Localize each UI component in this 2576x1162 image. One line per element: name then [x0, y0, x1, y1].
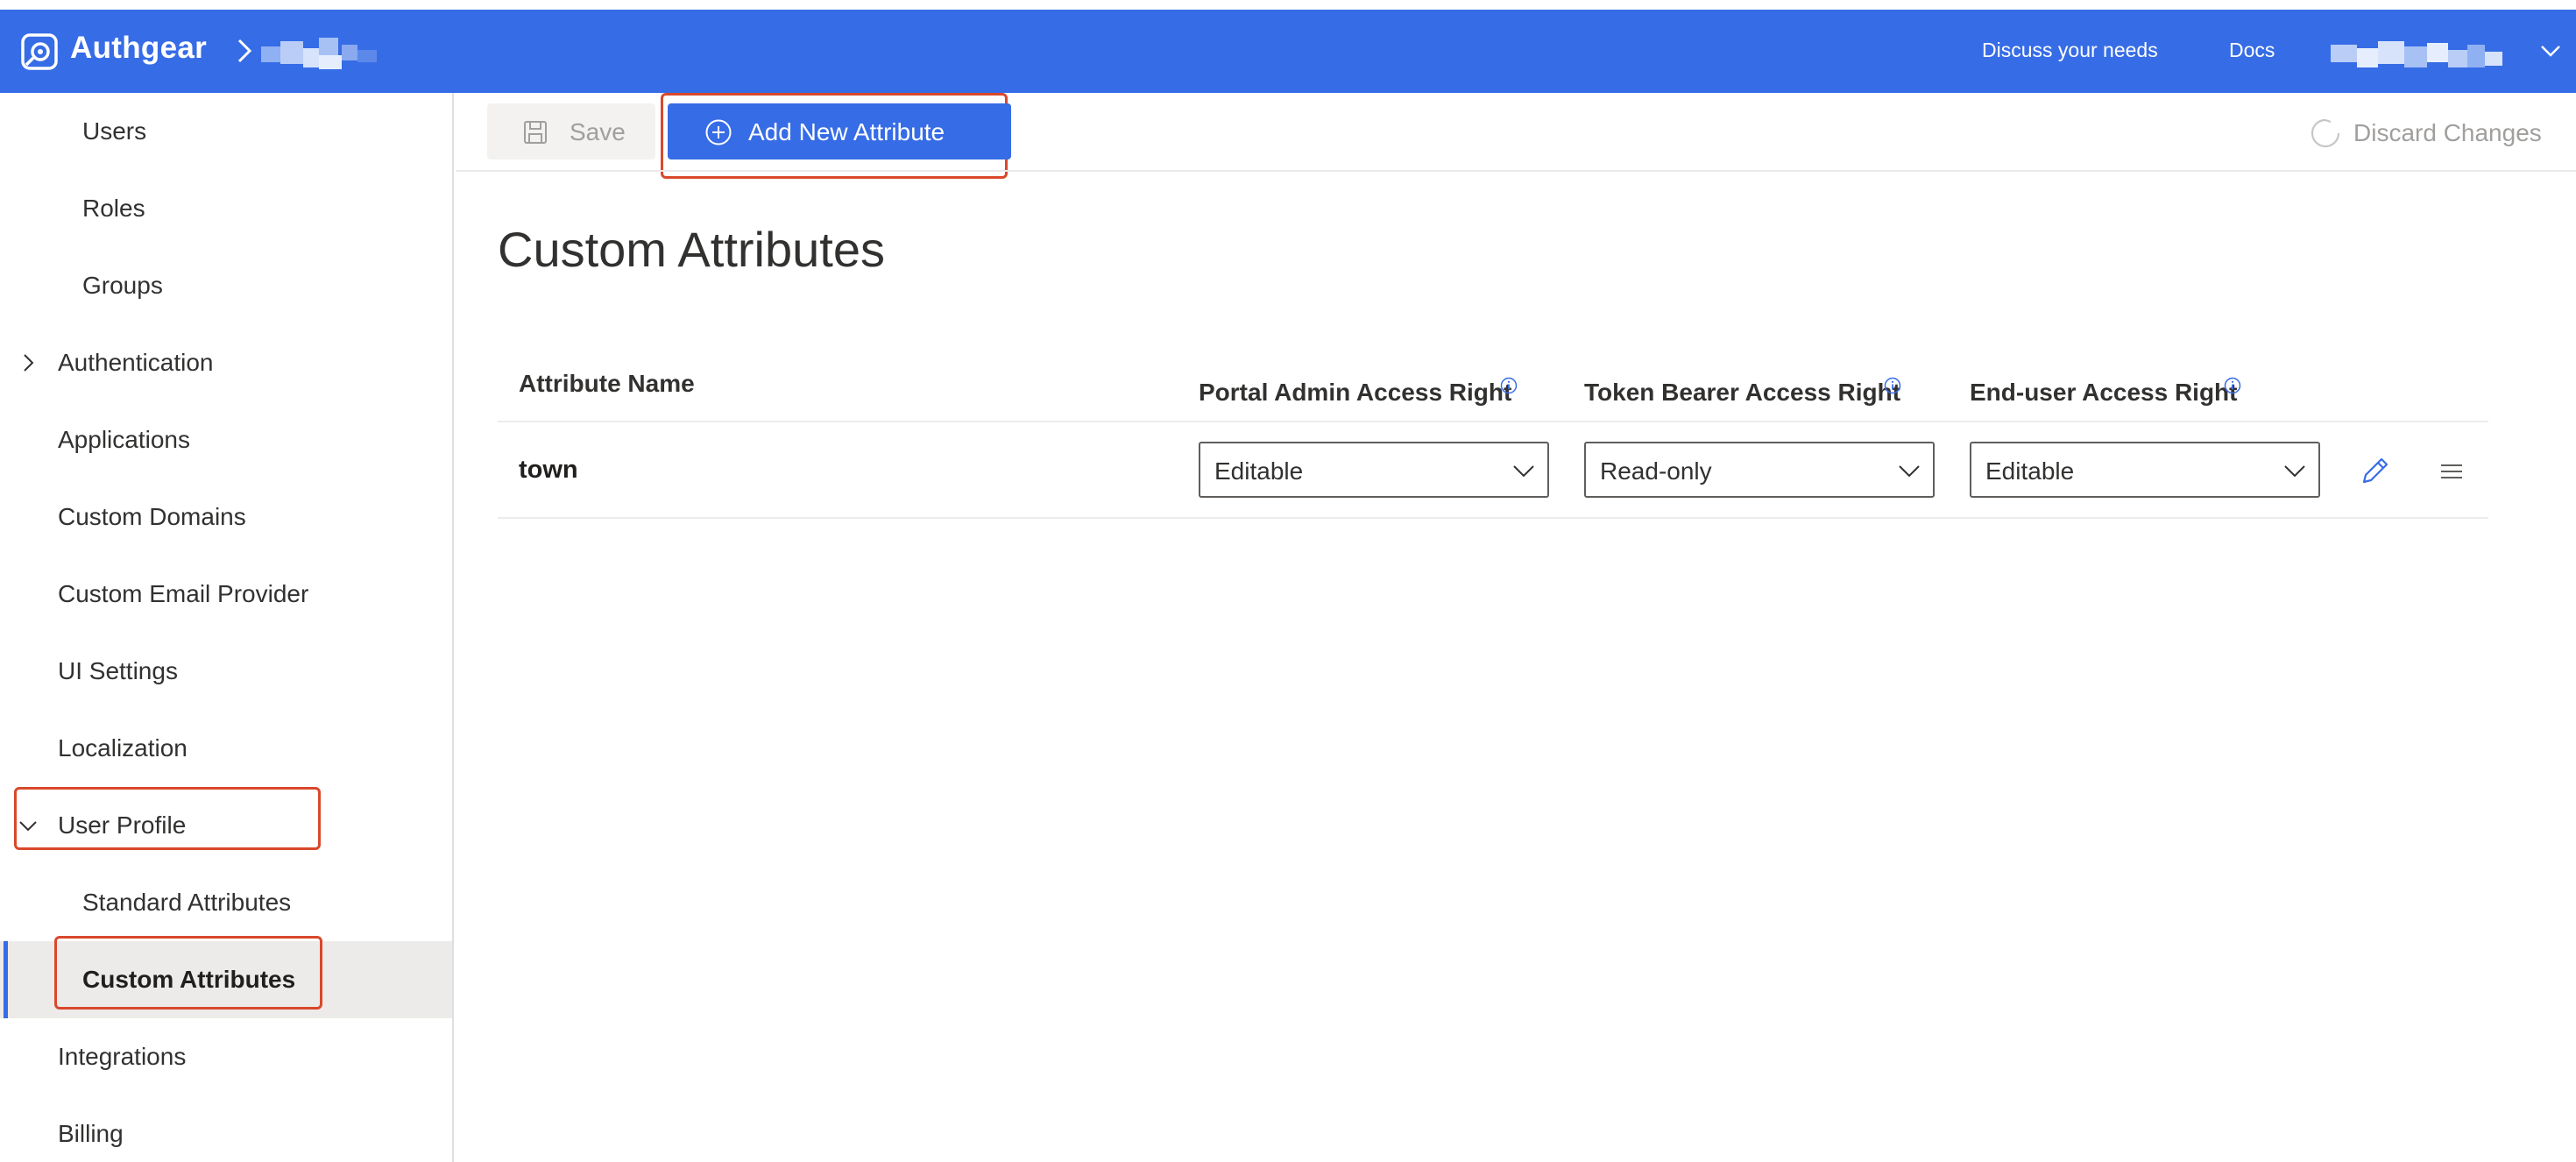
discuss-needs-link[interactable]: Discuss your needs	[1982, 39, 2158, 62]
discard-changes-button[interactable]: Discard Changes	[2310, 116, 2555, 151]
chevron-down-icon	[1899, 465, 1920, 478]
attribute-name-cell: town	[519, 456, 578, 484]
add-label: Add New Attribute	[748, 118, 945, 145]
discard-label: Discard Changes	[2353, 119, 2542, 146]
dropdown-value: Editable	[1985, 457, 2075, 485]
column-header-token-bearer: Token Bearer Access Right	[1584, 379, 1901, 406]
sidebar-item-label: UI Settings	[58, 657, 178, 684]
sidebar-item-label: Localization	[58, 734, 188, 762]
table-divider	[498, 421, 2488, 422]
sidebar-item-label: Custom Attributes	[82, 966, 296, 993]
docs-link[interactable]: Docs	[2229, 39, 2275, 62]
sidebar-item-label: Users	[82, 117, 147, 145]
sidebar-item-custom-attributes[interactable]: Custom Attributes	[0, 941, 452, 1018]
chevron-down-icon	[1513, 465, 1534, 478]
chevron-down-icon	[2284, 465, 2305, 478]
dropdown-value: Read-only	[1600, 457, 1712, 485]
user-menu[interactable]	[2331, 36, 2506, 74]
brand-name[interactable]: Authgear	[70, 31, 207, 66]
sidebar-item-standard-attributes[interactable]: Standard Attributes	[0, 864, 452, 941]
save-label: Save	[570, 118, 626, 145]
sidebar-item-ui-settings[interactable]: UI Settings	[0, 633, 452, 710]
sidebar-item-roles[interactable]: Roles	[0, 170, 452, 247]
info-icon[interactable]	[1500, 377, 1518, 394]
info-icon[interactable]	[2224, 377, 2241, 394]
chevron-right-icon	[237, 39, 252, 63]
drag-handle-icon[interactable]	[2438, 459, 2466, 484]
sidebar-item-custom-email-provider[interactable]: Custom Email Provider	[0, 556, 452, 633]
add-new-attribute-button[interactable]: Add New Attribute	[668, 103, 1011, 159]
sidebar-item-user-profile[interactable]: User Profile	[0, 787, 452, 864]
sidebar-item-label: Roles	[82, 195, 145, 222]
save-icon	[524, 121, 547, 144]
chevron-down-icon[interactable]	[2539, 39, 2562, 62]
page-title: Custom Attributes	[498, 222, 885, 277]
active-indicator	[4, 941, 8, 1018]
sidebar-item-users[interactable]: Users	[0, 93, 452, 170]
end-user-access-dropdown[interactable]: Editable	[1970, 442, 2320, 498]
sidebar-item-label: Authentication	[58, 349, 214, 376]
sidebar-item-authentication[interactable]: Authentication	[0, 324, 452, 401]
sidebar-item-billing[interactable]: Billing	[0, 1095, 452, 1162]
sidebar-item-label: Groups	[82, 272, 163, 299]
chevron-down-icon	[19, 821, 37, 832]
authgear-logo-icon[interactable]	[19, 30, 63, 74]
sidebar-item-label: Standard Attributes	[82, 889, 292, 916]
sidebar-item-localization[interactable]: Localization	[0, 710, 452, 787]
sidebar-item-integrations[interactable]: Integrations	[0, 1018, 452, 1095]
project-selector[interactable]	[261, 32, 380, 76]
sidebar-item-label: Applications	[58, 426, 190, 453]
dropdown-value: Editable	[1214, 457, 1304, 485]
command-bar: Save Add New Attribute Discard Changes	[456, 93, 2576, 172]
refresh-icon	[2311, 118, 2340, 148]
sidebar-item-label: Custom Domains	[58, 503, 246, 530]
column-header-portal-admin: Portal Admin Access Right	[1199, 379, 1512, 406]
sidebar-item-applications[interactable]: Applications	[0, 401, 452, 478]
portal-admin-access-dropdown[interactable]: Editable	[1199, 442, 1549, 498]
sidebar-item-custom-domains[interactable]: Custom Domains	[0, 478, 452, 556]
sidebar-item-groups[interactable]: Groups	[0, 247, 452, 324]
column-header-end-user: End-user Access Right	[1970, 379, 2238, 406]
chevron-right-icon	[24, 354, 34, 372]
add-circle-icon	[705, 119, 732, 145]
save-button[interactable]: Save	[487, 103, 655, 159]
sidebar-item-label: Billing	[58, 1120, 124, 1147]
edit-pencil-icon[interactable]	[2359, 454, 2392, 487]
sidebar-item-label: User Profile	[58, 811, 187, 839]
window-top-strip	[0, 0, 2576, 10]
sidebar: Users Roles Groups Authentication Applic…	[0, 93, 454, 1162]
sidebar-item-label: Custom Email Provider	[58, 580, 309, 607]
column-header-attribute-name: Attribute Name	[519, 370, 695, 397]
sidebar-item-label: Integrations	[58, 1043, 187, 1070]
top-header: Authgear Discuss your needs Docs	[0, 10, 2576, 93]
table-divider	[498, 517, 2488, 519]
token-bearer-access-dropdown[interactable]: Read-only	[1584, 442, 1935, 498]
info-icon[interactable]	[1884, 377, 1901, 394]
